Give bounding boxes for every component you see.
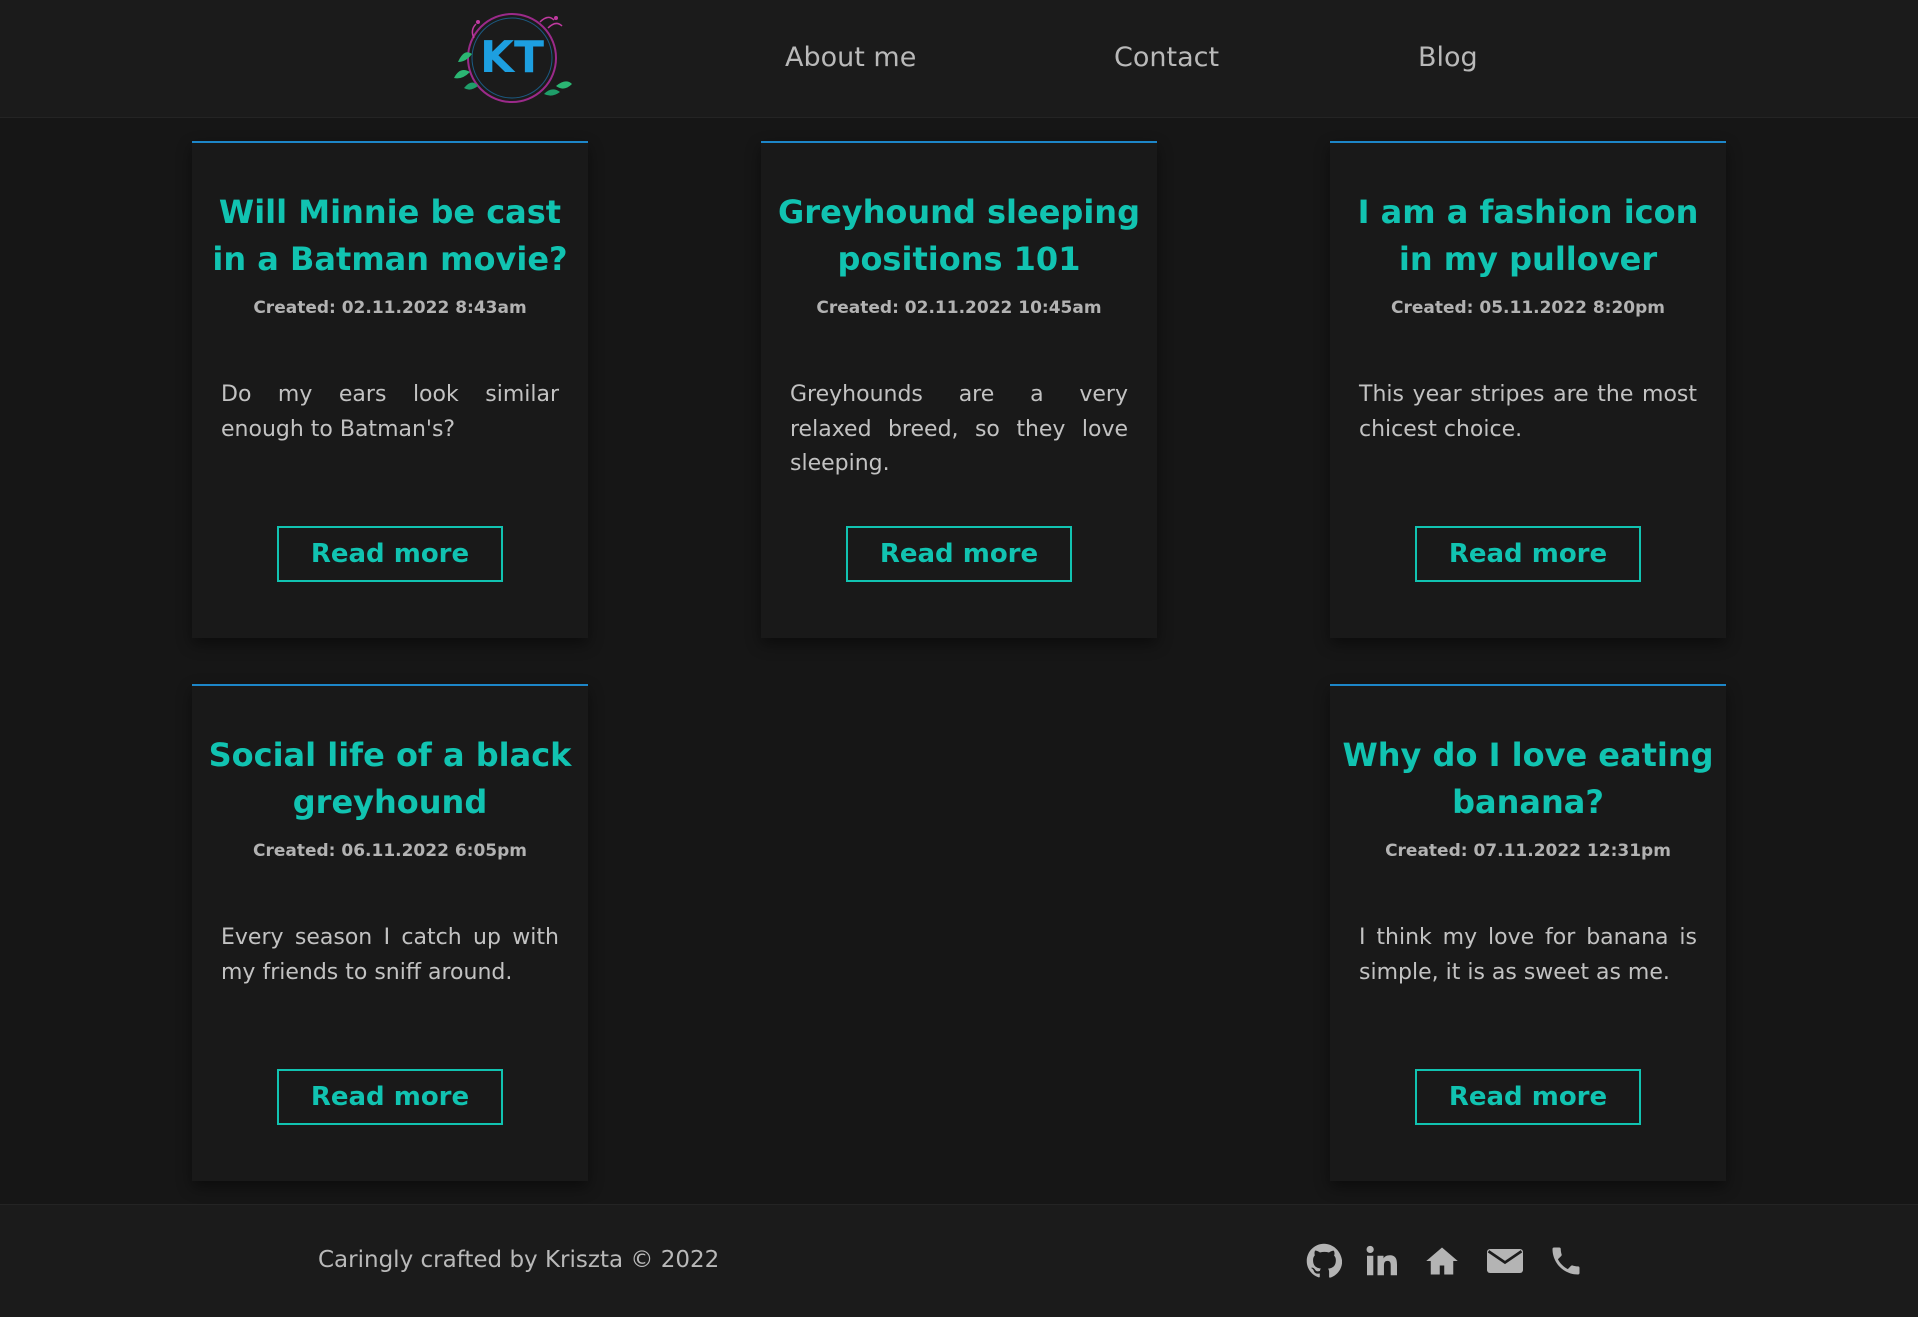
nav-contact[interactable]: Contact [1114, 40, 1219, 76]
read-more-button[interactable]: Read more [846, 526, 1072, 582]
post-excerpt: I think my love for banana is simple, it… [1359, 925, 1697, 985]
logo-text: KT [480, 32, 544, 83]
logo-icon: KT [454, 13, 572, 103]
phone-icon[interactable] [1548, 1243, 1584, 1279]
post-title: Will Minnie be cast in a Batman movie? [212, 193, 568, 278]
read-more-button[interactable]: Read more [277, 526, 503, 582]
post-created-date: Created: 02.11.2022 10:45am [816, 298, 1102, 318]
read-more-button[interactable]: Read more [1415, 1069, 1641, 1125]
read-more-button[interactable]: Read more [277, 1069, 503, 1125]
nav-blog[interactable]: Blog [1418, 40, 1478, 76]
nav-about-me[interactable]: About me [785, 40, 916, 76]
site-footer: Caringly crafted by Kriszta © 2022 [0, 1204, 1918, 1317]
blog-card: Will Minnie be cast in a Batman movie? C… [192, 141, 588, 638]
site-header: KT About me Contact Blog [0, 0, 1918, 118]
post-title: Greyhound sleeping positions 101 [778, 193, 1140, 278]
github-icon[interactable] [1306, 1243, 1342, 1279]
post-excerpt: This year stripes are the most chicest c… [1359, 382, 1697, 442]
blog-card: Why do I love eating banana? Created: 07… [1330, 684, 1726, 1181]
post-created-date: Created: 05.11.2022 8:20pm [1390, 298, 1666, 318]
blog-card: I am a fashion icon in my pullover Creat… [1330, 141, 1726, 638]
logo[interactable]: KT [444, 8, 584, 110]
post-created-date: Created: 07.11.2022 12:31pm [1385, 841, 1671, 861]
post-title: Why do I love eating banana? [1342, 736, 1714, 821]
footer-credit: Caringly crafted by Kriszta © 2022 [318, 1247, 720, 1273]
post-excerpt: Every season I catch up with my friends … [221, 925, 559, 985]
post-title: I am a fashion icon in my pullover [1357, 193, 1699, 278]
post-excerpt: Do my ears look similar enough to Batman… [221, 382, 559, 442]
home-icon[interactable] [1424, 1243, 1460, 1279]
post-excerpt: Greyhounds are a very relaxed breed, so … [790, 382, 1128, 476]
post-created-date: Created: 02.11.2022 8:43am [253, 298, 527, 318]
page: KT About me Contact Blog Will Minnie be … [0, 0, 1918, 1317]
post-title: Social life of a black greyhound [208, 736, 572, 821]
post-created-date: Created: 06.11.2022 6:05pm [252, 841, 528, 861]
envelope-icon[interactable] [1485, 1243, 1525, 1279]
blog-card: Social life of a black greyhound Created… [192, 684, 588, 1181]
blog-card: Greyhound sleeping positions 101 Created… [761, 141, 1157, 638]
read-more-button[interactable]: Read more [1415, 526, 1641, 582]
linkedin-icon[interactable] [1364, 1243, 1400, 1279]
